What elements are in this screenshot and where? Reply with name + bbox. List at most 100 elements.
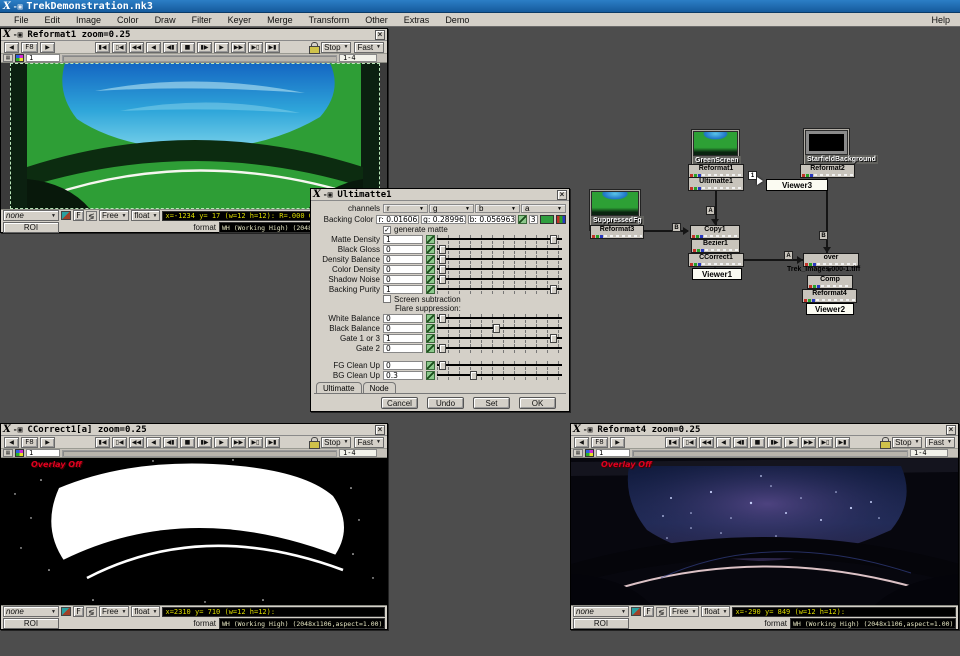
node-reformat3[interactable]: Reformat3 [590, 225, 644, 239]
next-increment-icon[interactable]: ▶▯ [248, 437, 263, 448]
slider-track[interactable] [437, 371, 562, 380]
slider-track[interactable] [437, 334, 562, 343]
window-menu-icon[interactable]: -▣ [13, 30, 23, 39]
slider-track[interactable] [437, 265, 562, 274]
slider-value-field[interactable]: 0 [383, 314, 423, 323]
slider-track[interactable] [437, 285, 562, 294]
full-res-button[interactable]: F [73, 606, 84, 617]
color-palette-icon[interactable] [556, 215, 566, 224]
fkey-button[interactable]: F8 [591, 437, 608, 448]
zoom-mode-dropdown[interactable]: Free▼ [99, 606, 129, 617]
animate-icon[interactable] [426, 285, 435, 294]
frame-forward-button[interactable]: ▶ [610, 437, 625, 448]
play-reverse-icon[interactable]: ◀ [146, 437, 161, 448]
slider-value-field[interactable]: 1 [383, 334, 423, 343]
play-reverse-fast-icon[interactable]: ◀◀ [129, 437, 144, 448]
prev-increment-icon[interactable]: ▯◀ [682, 437, 697, 448]
animate-icon[interactable] [426, 344, 435, 353]
backing-r-field[interactable]: r: 0.016063 [376, 215, 419, 224]
channel-select-a[interactable]: a▼ [521, 204, 566, 213]
slider-value-field[interactable]: 0 [383, 361, 423, 370]
slider-value-field[interactable]: 1 [383, 285, 423, 294]
timeline-slider[interactable] [62, 450, 337, 457]
generate-matte-checkbox[interactable]: ✓ [383, 226, 391, 234]
set-button[interactable]: Set [473, 397, 510, 409]
sample-size-field[interactable]: 3 [529, 215, 538, 224]
speed-dropdown[interactable]: Fast▼ [354, 437, 384, 448]
close-icon[interactable]: × [375, 425, 385, 435]
thumbnail-toggle-icon[interactable]: ▦ [573, 449, 583, 457]
jump-to-start-icon[interactable]: ▮◀ [665, 437, 680, 448]
color-wheel-icon[interactable] [15, 54, 24, 62]
animate-icon[interactable] [518, 215, 527, 224]
roi-button[interactable]: ROI [573, 618, 629, 629]
slider-value-field[interactable]: 0 [383, 245, 423, 254]
animate-icon[interactable] [426, 265, 435, 274]
slider-track[interactable] [437, 324, 562, 333]
slider-track[interactable] [437, 314, 562, 323]
next-increment-icon[interactable]: ▶▯ [248, 42, 263, 53]
fkey-button[interactable]: F8 [21, 42, 38, 53]
screen-subtraction-checkbox[interactable] [383, 295, 391, 303]
step-back-icon[interactable]: ◀▮ [733, 437, 748, 448]
dialog-titlebar[interactable]: X -▣ Ultimatte1 × [311, 189, 569, 201]
animate-icon[interactable] [426, 324, 435, 333]
jump-to-start-icon[interactable]: ▮◀ [95, 437, 110, 448]
full-res-button[interactable]: F [643, 606, 654, 617]
lut-dropdown[interactable]: none▼ [3, 210, 59, 221]
slider-handle[interactable] [550, 285, 557, 294]
animate-icon[interactable] [426, 255, 435, 264]
node-ultimatte1[interactable]: Ultimatte1 [688, 177, 744, 191]
zoom-mode-dropdown[interactable]: Free▼ [99, 210, 129, 221]
slider-value-field[interactable]: 0 [383, 255, 423, 264]
play-forward-icon[interactable]: ▶ [214, 42, 229, 53]
node-comp[interactable]: Comp [807, 275, 853, 289]
step-back-icon[interactable]: ◀▮ [163, 42, 178, 53]
speed-dropdown[interactable]: Fast▼ [925, 437, 955, 448]
color-wheel-icon[interactable] [15, 449, 24, 457]
fkey-button[interactable]: F8 [21, 437, 38, 448]
frame-range-field[interactable]: 1-4 [339, 54, 377, 62]
channel-select-r[interactable]: r▼ [383, 204, 428, 213]
play-forward-fast-icon[interactable]: ▶▶ [231, 42, 246, 53]
speed-dropdown[interactable]: Fast▼ [354, 42, 384, 53]
stop-playback-icon[interactable]: ■ [180, 437, 195, 448]
frame-number-field[interactable]: 1 [596, 449, 630, 457]
play-reverse-icon[interactable]: ◀ [146, 42, 161, 53]
slider-track[interactable] [437, 245, 562, 254]
viewer-titlebar[interactable]: X -▣ Reformat4 zoom=0.25 × [571, 424, 958, 436]
slider-value-field[interactable]: 0.3 [383, 371, 423, 380]
stop-mode-dropdown[interactable]: Stop▼ [321, 437, 351, 448]
frame-back-button[interactable]: ◀ [574, 437, 589, 448]
play-reverse-icon[interactable]: ◀ [716, 437, 731, 448]
undo-button[interactable]: Undo [427, 397, 464, 409]
backing-g-field[interactable]: g: 0.289962 [421, 215, 466, 224]
update-icon[interactable] [631, 607, 641, 616]
node-viewer3[interactable]: Viewer3 [766, 179, 828, 191]
play-reverse-fast-icon[interactable]: ◀◀ [129, 42, 144, 53]
slider-track[interactable] [437, 361, 562, 370]
channel-select-g[interactable]: g▼ [429, 204, 474, 213]
step-forward-icon[interactable]: ▮▶ [197, 437, 212, 448]
animate-icon[interactable] [426, 235, 435, 244]
full-res-button[interactable]: F [73, 210, 84, 221]
window-menu-icon[interactable]: -▣ [13, 425, 23, 434]
frame-back-button[interactable]: ◀ [4, 437, 19, 448]
animate-icon[interactable] [426, 361, 435, 370]
bit-depth-dropdown[interactable]: float▼ [131, 210, 160, 221]
update-icon[interactable] [61, 607, 71, 616]
animate-icon[interactable] [426, 275, 435, 284]
frame-forward-button[interactable]: ▶ [40, 42, 55, 53]
play-reverse-fast-icon[interactable]: ◀◀ [699, 437, 714, 448]
animate-icon[interactable] [426, 371, 435, 380]
play-forward-icon[interactable]: ▶ [784, 437, 799, 448]
jump-to-end-icon[interactable]: ▶▮ [265, 437, 280, 448]
next-increment-icon[interactable]: ▶▯ [818, 437, 833, 448]
animate-icon[interactable] [426, 314, 435, 323]
slider-value-field[interactable]: 0 [383, 265, 423, 274]
close-icon[interactable]: × [375, 30, 385, 40]
thumbnail-toggle-icon[interactable]: ▦ [3, 449, 13, 457]
node-reformat1[interactable]: Reformat1 [688, 164, 744, 178]
frame-back-button[interactable]: ◀ [4, 42, 19, 53]
lock-icon[interactable] [309, 42, 318, 52]
